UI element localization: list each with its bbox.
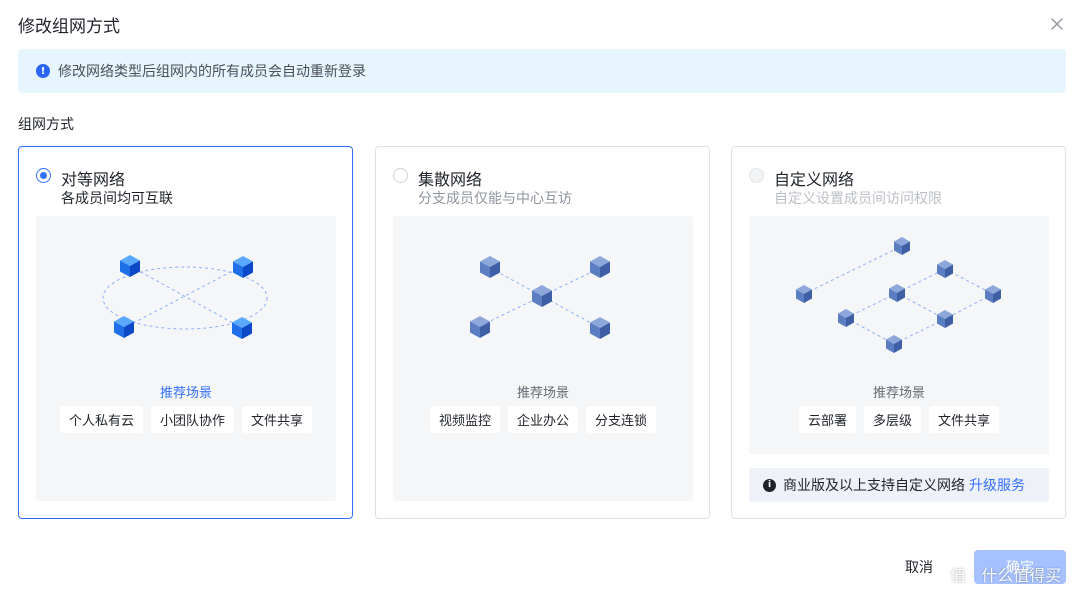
cube-node-icon bbox=[889, 284, 905, 302]
tag-list: 视频监控 企业办公 分支连锁 bbox=[393, 406, 693, 433]
card-subtitle: 各成员间均可互联 bbox=[61, 191, 173, 207]
upgrade-notice: i 商业版及以上支持自定义网络 升级服务 bbox=[749, 468, 1049, 502]
scene-tag: 文件共享 bbox=[929, 406, 1000, 433]
tag-list: 个人私有云 小团队协作 文件共享 bbox=[36, 406, 336, 433]
card-title: 集散网络 bbox=[418, 170, 483, 189]
alert-text: 修改网络类型后组网内的所有成员会自动重新登录 bbox=[58, 64, 366, 80]
card-subtitle: 分支成员仅能与中心互访 bbox=[418, 191, 572, 207]
radio-peer-network[interactable] bbox=[36, 168, 51, 183]
watermark: 值 · 什么值得买 bbox=[950, 566, 1062, 585]
cube-node-icon bbox=[937, 310, 953, 328]
card-hub-network[interactable]: 集散网络 分支成员仅能与中心互访 推荐场景 视频监控 企业办公 分支连锁 bbox=[375, 146, 710, 519]
info-icon: ! bbox=[36, 64, 50, 78]
radio-hub-network[interactable] bbox=[393, 168, 408, 183]
card-title: 对等网络 bbox=[61, 170, 126, 189]
info-alert: ! 修改网络类型后组网内的所有成员会自动重新登录 bbox=[18, 49, 1066, 93]
illustration-panel: 推荐场景 个人私有云 小团队协作 文件共享 bbox=[36, 216, 336, 501]
illustration-panel: 推荐场景 云部署 多层级 文件共享 bbox=[749, 216, 1049, 454]
cube-node-icon bbox=[838, 309, 854, 327]
scene-tag: 视频监控 bbox=[429, 406, 500, 433]
scene-tag: 个人私有云 bbox=[59, 406, 143, 433]
scene-tag: 企业办公 bbox=[507, 406, 578, 433]
card-title: 自定义网络 bbox=[774, 170, 855, 189]
dialog-title: 修改组网方式 bbox=[18, 17, 120, 37]
cube-node-icon bbox=[480, 256, 500, 278]
card-subtitle: 自定义设置成员间访问权限 bbox=[774, 191, 942, 207]
section-label: 组网方式 bbox=[18, 117, 74, 133]
cube-node-icon bbox=[232, 317, 252, 339]
scene-tag: 分支连锁 bbox=[586, 406, 657, 433]
upgrade-service-link[interactable]: 升级服务 bbox=[969, 475, 1025, 495]
cube-node-icon bbox=[532, 285, 552, 307]
tag-list: 云部署 多层级 文件共享 bbox=[749, 406, 1049, 433]
scene-tag: 多层级 bbox=[863, 406, 921, 433]
cube-node-icon bbox=[985, 285, 1001, 303]
scene-label: 推荐场景 bbox=[159, 386, 212, 401]
hub-topology-diagram bbox=[470, 256, 610, 339]
cube-node-icon bbox=[894, 237, 910, 255]
cube-node-icon bbox=[470, 316, 490, 338]
peer-topology-diagram bbox=[102, 255, 268, 339]
scene-tag: 云部署 bbox=[798, 406, 856, 433]
card-custom-network[interactable]: 自定义网络 自定义设置成员间访问权限 推荐场景 云部署 多层级 文件共享 i 商… bbox=[731, 146, 1066, 519]
cube-node-icon bbox=[590, 317, 610, 339]
cube-node-icon bbox=[120, 255, 140, 277]
cube-node-icon bbox=[233, 256, 253, 278]
cube-node-icon bbox=[886, 335, 902, 353]
cube-node-icon bbox=[796, 285, 812, 303]
scene-label: 推荐场景 bbox=[872, 386, 925, 401]
notice-text: 商业版及以上支持自定义网络 bbox=[783, 478, 965, 494]
cancel-button[interactable]: 取消 bbox=[893, 552, 945, 582]
illustration-panel: 推荐场景 视频监控 企业办公 分支连锁 bbox=[393, 216, 693, 501]
cube-node-icon bbox=[590, 256, 610, 278]
scene-label: 推荐场景 bbox=[516, 386, 569, 401]
radio-custom-network bbox=[749, 168, 764, 183]
custom-topology-diagram bbox=[796, 237, 1001, 353]
info-icon: i bbox=[763, 478, 776, 492]
card-peer-network[interactable]: 对等网络 各成员间均可互联 推荐场景 个人私有云 小团队协作 文件共享 bbox=[18, 146, 353, 519]
scene-tag: 小团队协作 bbox=[150, 406, 234, 433]
cube-node-icon bbox=[937, 260, 953, 278]
cube-node-icon bbox=[114, 316, 134, 338]
close-icon[interactable] bbox=[1048, 15, 1066, 33]
scene-tag: 文件共享 bbox=[242, 406, 313, 433]
